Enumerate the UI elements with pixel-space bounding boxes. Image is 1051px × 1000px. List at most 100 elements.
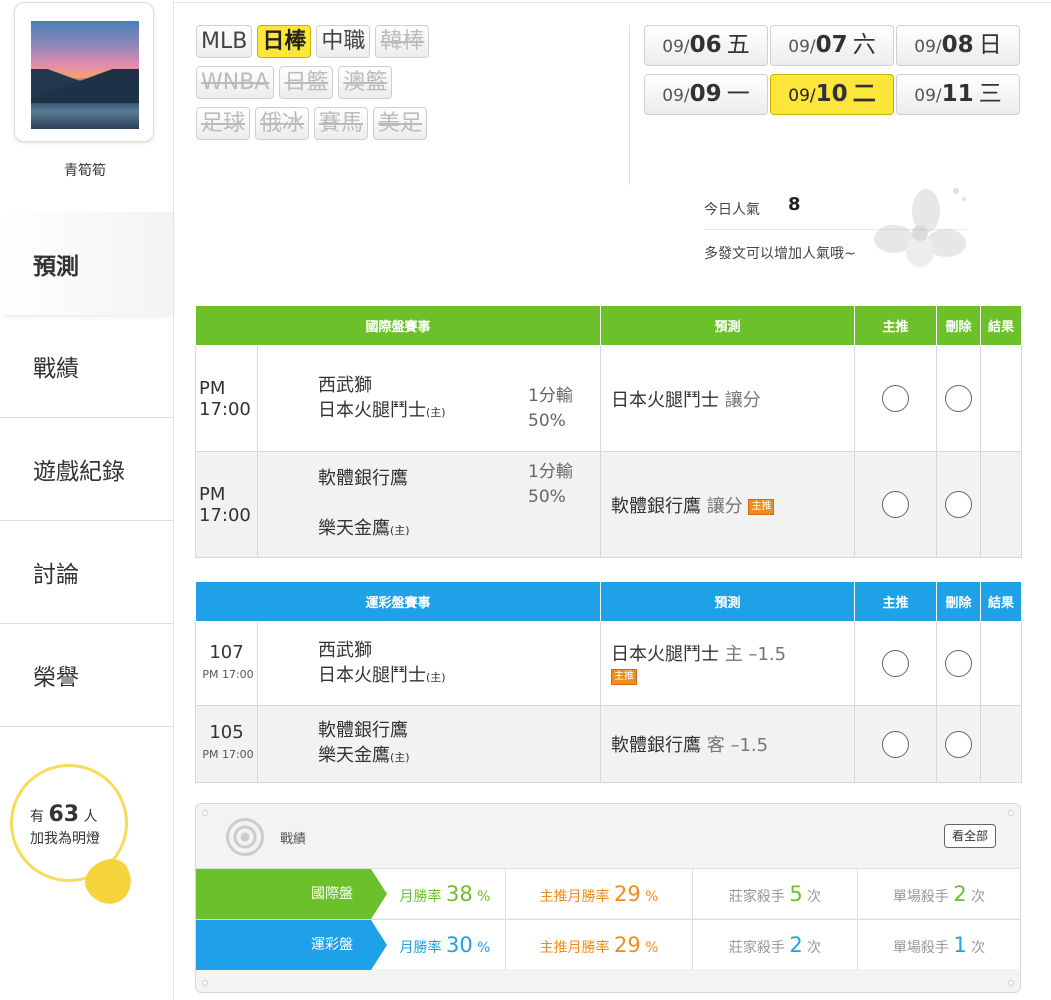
table-header: 運彩盤賽事 預測 主推 刪除 結果: [194, 581, 1023, 622]
date-0910[interactable]: 09/10 二: [770, 74, 894, 115]
table-row: PM 17:00 西武獅 日本火腿鬥士(主) 1分輸 50% 日本火腿鬥士 讓分: [195, 345, 1023, 452]
table-row: 105 PM 17:00 軟體銀行鷹 樂天金鷹(主) 軟體銀行鷹 客 –1.5: [195, 705, 1023, 783]
avatar-card[interactable]: [14, 2, 154, 142]
side-menu: 預測 戰績 遊戲紀錄 討論 榮譽: [0, 212, 173, 727]
monthly-win-rate: 月勝率 30 %: [371, 919, 506, 970]
date-0908[interactable]: 09/08 日: [896, 25, 1020, 66]
corner-dot: [1008, 980, 1014, 986]
game-time: PM 17:00: [195, 345, 258, 452]
main-pick-tag: 主推: [748, 498, 775, 515]
record-label: 運彩盤: [196, 919, 387, 970]
sport-wnba: WNBA: [196, 66, 275, 99]
delete-cell: [936, 705, 982, 783]
away-team: 軟體銀行鷹: [318, 720, 408, 741]
col-event: 國際盤賽事: [194, 305, 602, 346]
main-pick-cell: [854, 451, 938, 558]
popularity-value: 8: [788, 194, 801, 215]
prediction: 日本火腿鬥士 讓分: [600, 345, 856, 452]
main-pick-cell: [854, 621, 938, 706]
sidebar-item-discussion[interactable]: 討論: [0, 521, 173, 624]
record-row-lottery: 運彩盤 月勝率 30 % 主推月勝率 29 % 莊家殺手 2 次 單場殺手 1 …: [196, 919, 1020, 970]
col-delete: 刪除: [936, 581, 982, 622]
delete-radio[interactable]: [945, 491, 973, 518]
table-header: 國際盤賽事 預測 主推 刪除 結果: [194, 305, 1023, 346]
sidebar-item-predict[interactable]: 預測: [0, 212, 173, 315]
avatar[interactable]: [31, 21, 139, 129]
username[interactable]: 青筍筍: [0, 160, 170, 180]
matchup: 軟體銀行鷹 樂天金鷹(主): [256, 705, 602, 783]
game-number: 105 PM 17:00: [195, 705, 258, 783]
matchup: 軟體銀行鷹 樂天金鷹(主) 1分輸 50%: [256, 451, 602, 558]
sport-mlb[interactable]: MLB: [196, 25, 253, 58]
sport-soccer: 足球: [196, 107, 251, 140]
sport-npb[interactable]: 日棒: [257, 25, 312, 58]
main-pick-radio[interactable]: [882, 730, 910, 758]
main-pick-radio[interactable]: [882, 650, 910, 677]
corner-dot: [202, 980, 208, 986]
col-prediction: 預測: [600, 581, 856, 622]
flower-decoration-icon: [874, 188, 966, 267]
sport-au-basketball: 澳籃: [338, 66, 393, 99]
date-0906[interactable]: 09/06 五: [644, 25, 768, 66]
sport-filter: MLB 日棒 中職 韓棒 WNBA 日籃 澳籃 足球 俄冰 賽馬 美足: [196, 25, 506, 148]
result-cell: [980, 451, 1023, 558]
intl-table: 國際盤賽事 預測 主推 刪除 結果 PM 17:00 西武獅 日本火腿鬥士(主)…: [194, 305, 1023, 558]
sidebar: 青筍筍 預測 戰績 遊戲紀錄 討論 榮譽 有 63 人 加我為明燈: [0, 0, 173, 1000]
date-0909[interactable]: 09/09 一: [644, 74, 768, 115]
col-event: 運彩盤賽事: [194, 581, 602, 622]
record-header: 戰績 看全部: [196, 804, 1020, 868]
delete-radio[interactable]: [945, 385, 973, 412]
col-main: 主推: [854, 305, 938, 346]
prediction: 軟體銀行鷹 客 –1.5: [600, 705, 856, 783]
result-cell: [980, 705, 1023, 783]
dealer-killer: 莊家殺手 5 次: [693, 868, 858, 919]
delete-radio[interactable]: [945, 730, 973, 758]
date-0907[interactable]: 09/07 六: [770, 25, 894, 66]
odds: 1分輸 50%: [528, 462, 573, 507]
sidebar-item-game-log[interactable]: 遊戲紀錄: [0, 418, 173, 521]
main-content: MLB 日棒 中職 韓棒 WNBA 日籃 澳籃 足球 俄冰 賽馬 美足 09/06 五 09/07…: [173, 0, 1051, 1000]
table-row: PM 17:00 軟體銀行鷹 樂天金鷹(主) 1分輸 50% 軟體銀行鷹 讓分 主…: [195, 451, 1023, 558]
date-0911[interactable]: 09/11 三: [896, 74, 1020, 115]
col-main: 主推: [854, 581, 938, 622]
single-killer: 單場殺手 2 次: [892, 881, 986, 906]
fans-bulb[interactable]: 有 63 人 加我為明燈: [8, 762, 148, 922]
sport-ru-hockey: 俄冰: [255, 107, 310, 140]
target-icon: [226, 818, 264, 856]
matchup: 西武獅 日本火腿鬥士(主): [256, 621, 602, 706]
prediction: 日本火腿鬥士 主 –1.5 主推: [600, 621, 856, 706]
result-cell: [980, 621, 1023, 706]
fans-count: 有 63 人: [30, 802, 98, 827]
record-title: 戰績: [280, 832, 307, 847]
main-pick-radio[interactable]: [882, 385, 910, 412]
delete-cell: [936, 345, 982, 452]
record-label: 國際盤: [196, 868, 387, 919]
sport-cpbl[interactable]: 中職: [316, 25, 371, 58]
sport-horse-racing: 賽馬: [314, 107, 369, 140]
home-team: 日本火腿鬥士(主): [318, 664, 446, 686]
popularity-hint: 多發文可以增加人氣哦~: [704, 246, 856, 262]
main-pick-cell: [854, 705, 938, 783]
sport-american-football: 美足: [373, 107, 428, 140]
main-pick-radio[interactable]: [882, 491, 910, 518]
sidebar-item-record[interactable]: 戰績: [0, 315, 173, 418]
main-pick-tag: 主推: [611, 669, 638, 685]
prediction: 軟體銀行鷹 讓分 主推: [600, 451, 856, 558]
record-row-intl: 國際盤 月勝率 38 % 主推月勝率 29 % 莊家殺手 5 次 單場殺手 2 …: [196, 868, 1020, 919]
sport-jp-basketball: 日籃: [279, 66, 334, 99]
col-result: 結果: [980, 581, 1023, 622]
filter-panel: MLB 日棒 中職 韓棒 WNBA 日籃 澳籃 足球 俄冰 賽馬 美足 09/06 五 09/07…: [174, 2, 1051, 292]
col-prediction: 預測: [600, 305, 856, 346]
delete-radio[interactable]: [945, 650, 973, 677]
date-filter: 09/06 五 09/07 六 09/08 日 09/09 一 09/10 二 09/1…: [644, 25, 1044, 123]
view-all-button[interactable]: 看全部: [943, 824, 996, 848]
dealer-killer: 莊家殺手 2 次: [693, 919, 858, 970]
game-number: 107 PM 17:00: [195, 621, 258, 706]
lottery-table: 運彩盤賽事 預測 主推 刪除 結果 107 PM 17:00 西武獅 日本火腿鬥士…: [194, 581, 1023, 783]
home-team: 樂天金鷹(主): [318, 745, 410, 766]
col-delete: 刪除: [936, 305, 982, 346]
sidebar-item-honor[interactable]: 榮譽: [0, 624, 173, 727]
main-pick-win-rate: 主推月勝率 29 %: [506, 919, 693, 970]
matchup: 西武獅 日本火腿鬥士(主) 1分輸 50%: [256, 345, 602, 452]
sport-kbo: 韓棒: [375, 25, 430, 58]
